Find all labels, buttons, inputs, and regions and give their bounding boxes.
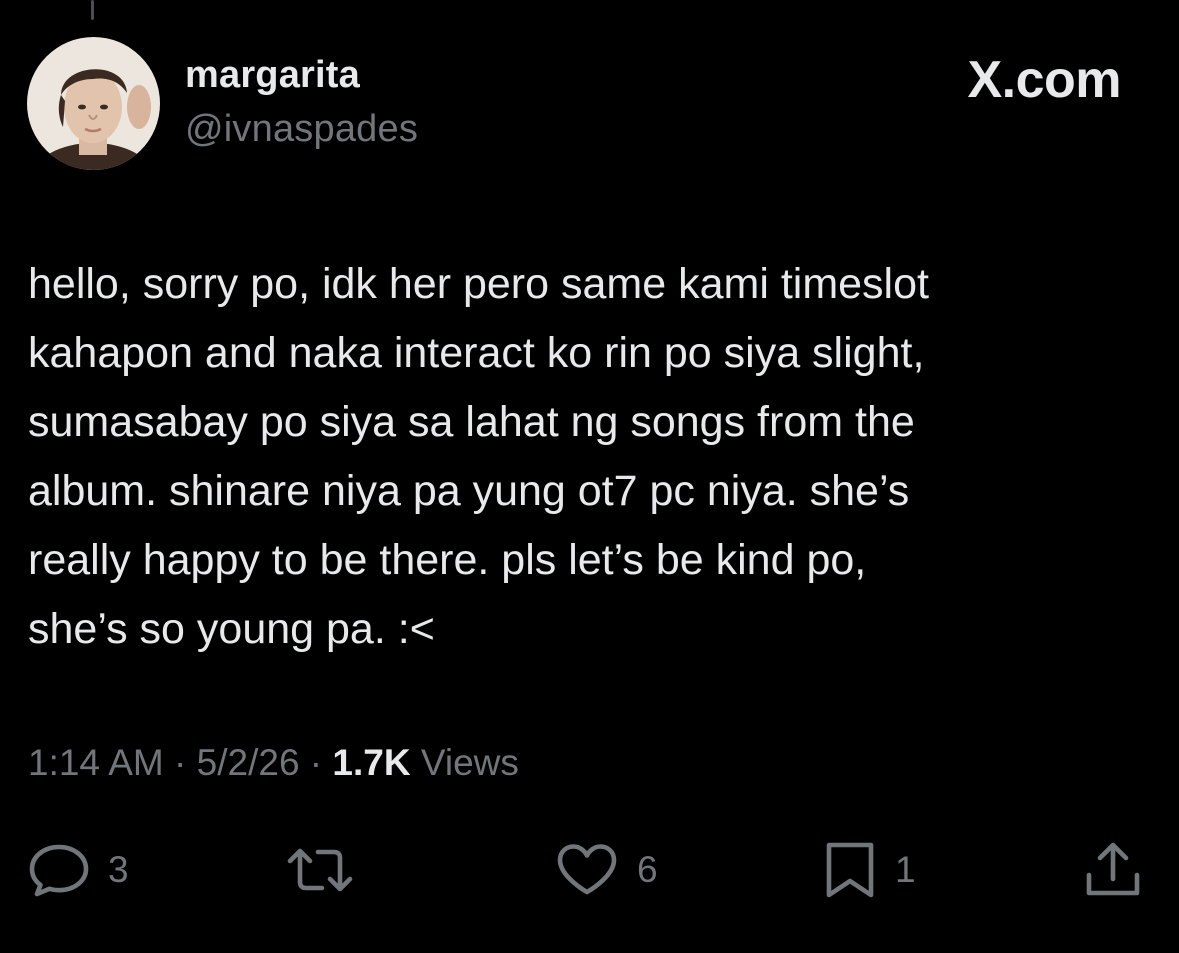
views-label: Views bbox=[410, 742, 519, 783]
like-count: 6 bbox=[637, 849, 658, 890]
brand-logo: X.com bbox=[967, 51, 1121, 109]
share-button[interactable] bbox=[1083, 840, 1143, 900]
tweet-text-line: hello, sorry po, idk her pero same kami … bbox=[28, 260, 929, 308]
share-upload-icon bbox=[1086, 842, 1140, 896]
bookmark-icon bbox=[826, 842, 874, 898]
avatar-image bbox=[27, 37, 160, 170]
tweet-text-line: kahapon and naka interact ko rin po siya… bbox=[28, 329, 925, 377]
thread-connector-line bbox=[91, 0, 94, 20]
tweet-text-line: album. shinare niya pa yung ot7 pc niya.… bbox=[28, 467, 910, 515]
like-button[interactable]: 6 bbox=[555, 840, 658, 900]
action-bar: 3 6 1 bbox=[0, 830, 1179, 910]
reply-button[interactable]: 3 bbox=[28, 840, 129, 900]
views-count[interactable]: 1.7K bbox=[332, 742, 410, 783]
tweet-text: hello, sorry po, idk her pero same kami … bbox=[28, 250, 1148, 664]
heart-icon bbox=[557, 844, 617, 895]
speech-bubble-icon bbox=[29, 844, 89, 897]
author-handle[interactable]: @ivnaspades bbox=[185, 108, 418, 151]
tweet-date[interactable]: 5/2/26 bbox=[197, 742, 300, 783]
retweet-arrows-icon bbox=[287, 848, 353, 892]
tweet-text-line: really happy to be there. pls let’s be k… bbox=[28, 536, 867, 584]
retweet-button[interactable] bbox=[285, 840, 355, 900]
reply-count: 3 bbox=[108, 849, 129, 890]
author-display-name[interactable]: margarita bbox=[185, 54, 360, 97]
tweet-text-line: she’s so young pa. :< bbox=[28, 605, 435, 653]
tweet-meta: 1:14 AM · 5/2/26 · 1.7K Views bbox=[28, 742, 519, 784]
avatar[interactable] bbox=[27, 37, 160, 170]
meta-separator: · bbox=[299, 742, 333, 783]
bookmark-button[interactable]: 1 bbox=[823, 840, 916, 900]
tweet-time[interactable]: 1:14 AM bbox=[28, 742, 164, 783]
meta-separator: · bbox=[163, 742, 197, 783]
bookmark-count: 1 bbox=[895, 849, 916, 890]
tweet-text-line: sumasabay po siya sa lahat ng songs from… bbox=[28, 398, 915, 446]
